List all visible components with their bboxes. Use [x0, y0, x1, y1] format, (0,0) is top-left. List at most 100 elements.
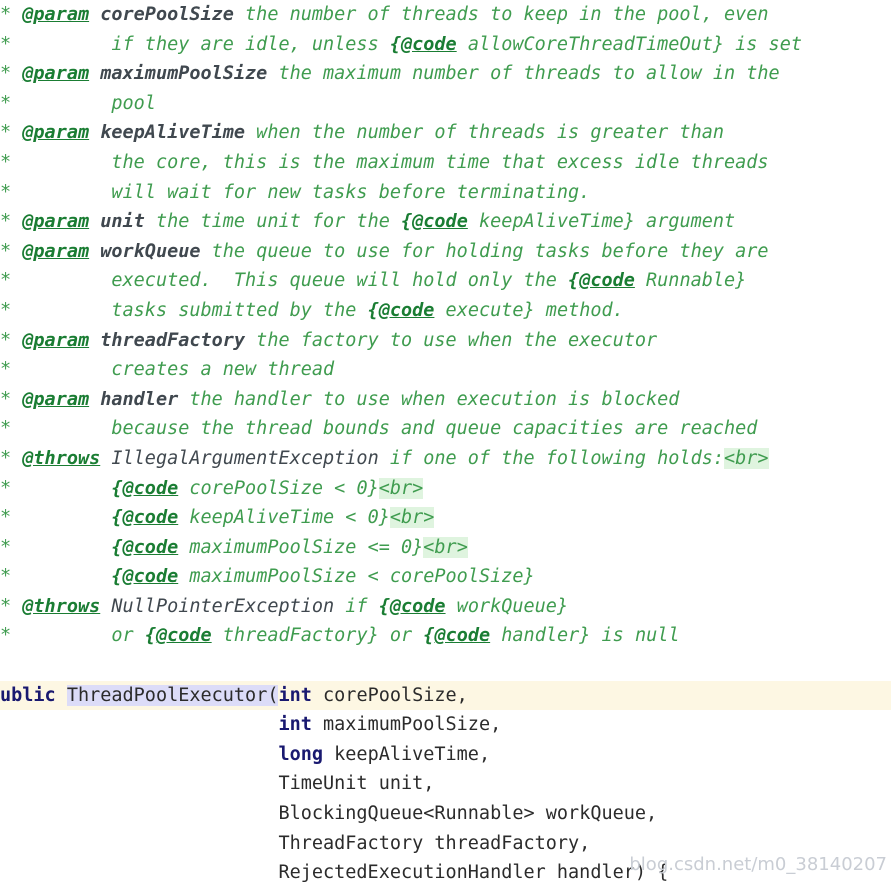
javadoc-indent [22, 34, 111, 55]
param-name-corepoolsize: corePoolSize, [311, 684, 468, 706]
parameter-name: handler) { [545, 862, 669, 884]
param-type-int: int [278, 684, 312, 706]
javadoc-br-tag: <br> [423, 536, 468, 558]
javadoc-line: * @param handler the handler to use when… [0, 385, 891, 415]
method-name-token[interactable]: ThreadPoolExecutor [66, 684, 268, 706]
javadoc-asterisk: * [0, 151, 12, 173]
javadoc-line: * pool [0, 89, 891, 119]
javadoc-description: or [111, 625, 145, 647]
javadoc-code-body: maximumPoolSize <= 0} [178, 536, 424, 558]
javadoc-description: if they are idle, unless [111, 33, 390, 55]
javadoc-code-body: execute} [434, 299, 535, 321]
javadoc-description: tasks submitted by the [111, 299, 368, 321]
parameter-type: RejectedExecutionHandler [278, 862, 546, 884]
javadoc-code-body: Runnable} [634, 270, 747, 292]
javadoc-code-tag: {@code [111, 536, 179, 558]
javadoc-asterisk: * [0, 33, 12, 55]
javadoc-indent [22, 478, 111, 499]
method-parameter-line: TimeUnit unit, [0, 769, 891, 799]
javadoc-description: executed. This queue will hold only the [111, 270, 569, 292]
javadoc-description: is null [590, 625, 680, 647]
javadoc-asterisk: * [0, 536, 12, 558]
javadoc-comment-block: * @param corePoolSize the number of thre… [0, 0, 891, 651]
modifier-keyword: ublic [0, 684, 56, 706]
javadoc-code-body: workQueue} [445, 595, 569, 617]
javadoc-asterisk: * [0, 566, 12, 588]
method-signature-line[interactable]: ublic ThreadPoolExecutor(int corePoolSiz… [0, 680, 891, 711]
javadoc-code-body: threadFactory} [211, 625, 379, 647]
javadoc-code-at: @code [122, 507, 179, 529]
javadoc-description: pool [111, 92, 156, 114]
javadoc-br-tag: <br> [378, 477, 424, 499]
javadoc-line: * tasks submitted by the {@code execute}… [0, 296, 891, 326]
javadoc-indent [22, 566, 111, 587]
javadoc-description: will wait for new tasks before terminati… [111, 181, 591, 203]
javadoc-asterisk: * [0, 270, 12, 292]
javadoc-description: the maximum number of threads to allow i… [267, 63, 780, 85]
javadoc-asterisk: * [0, 122, 12, 144]
parameter-type: TimeUnit [278, 773, 368, 795]
javadoc-line: * if they are idle, unless {@code allowC… [0, 30, 891, 60]
javadoc-code-tag: {@code [568, 270, 635, 292]
javadoc-code-tag: {@code [111, 477, 179, 499]
javadoc-line: * @param corePoolSize the number of thre… [0, 0, 891, 30]
parameter-type: long [278, 743, 324, 765]
javadoc-code-body: handler} [490, 625, 591, 647]
javadoc-code-body: maximumPoolSize < corePoolSize} [178, 566, 535, 588]
javadoc-asterisk: * [0, 507, 12, 529]
javadoc-indent [22, 300, 111, 321]
parameter-type: ThreadFactory [278, 832, 424, 854]
javadoc-asterisk: * [0, 477, 12, 499]
javadoc-code-at: @code [122, 566, 179, 588]
method-parameter-line: long keepAliveTime, [0, 740, 891, 770]
method-parameter-line: RejectedExecutionHandler handler) { [0, 858, 891, 888]
javadoc-tag: @param [22, 240, 90, 262]
javadoc-asterisk: * [0, 388, 12, 410]
javadoc-line: * @param maximumPoolSize the maximum num… [0, 59, 891, 89]
javadoc-description: method. [534, 299, 624, 321]
parameter-name: workQueue, [534, 803, 658, 825]
javadoc-line: * {@code maximumPoolSize <= 0}<br> [0, 533, 891, 563]
javadoc-code-tag: {@code [423, 625, 491, 647]
javadoc-line: * the core, this is the maximum time tha… [0, 148, 891, 178]
code-editor[interactable]: * @param corePoolSize the number of thre… [0, 0, 891, 883]
javadoc-description: the time unit for the [144, 211, 401, 233]
javadoc-asterisk: * [0, 299, 12, 321]
javadoc-indent [22, 625, 111, 646]
javadoc-indent [22, 418, 111, 439]
javadoc-indent [22, 152, 111, 173]
javadoc-exception-type: IllegalArgumentException [111, 447, 379, 469]
javadoc-asterisk: * [0, 595, 12, 617]
javadoc-br-tag: <br> [389, 507, 435, 529]
javadoc-asterisk: * [0, 240, 12, 262]
parameter-name: unit, [367, 773, 435, 795]
javadoc-description: the handler to use when execution is blo… [178, 388, 680, 410]
javadoc-param-name: unit [100, 211, 145, 233]
javadoc-line: * because the thread bounds and queue ca… [0, 414, 891, 444]
javadoc-code-tag: {@code [144, 625, 212, 647]
parameter-name: keepAliveTime, [323, 743, 491, 765]
javadoc-description: the factory to use when the executor [245, 329, 658, 351]
method-parameter-line: ThreadFactory threadFactory, [0, 829, 891, 859]
javadoc-code-tag: {@code [378, 595, 446, 617]
javadoc-tag: @param [22, 388, 90, 410]
javadoc-asterisk: * [0, 329, 12, 351]
javadoc-code-at: @code [155, 625, 212, 647]
javadoc-code-at: @code [378, 299, 435, 321]
